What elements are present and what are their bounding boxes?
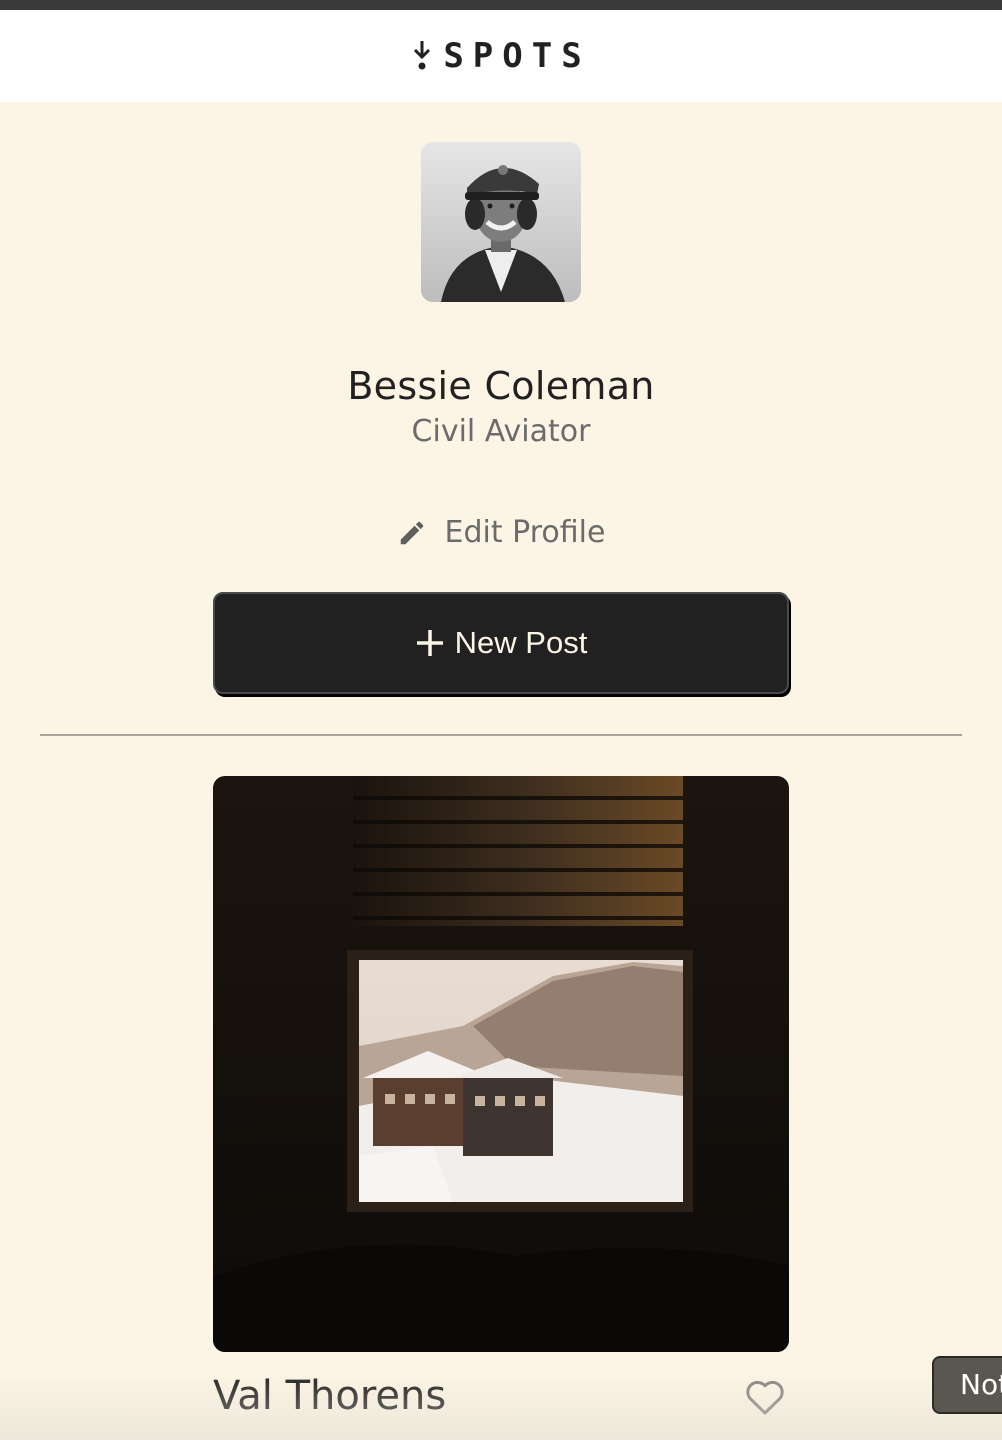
site-header: SPOTS: [0, 10, 1002, 102]
logo[interactable]: SPOTS: [411, 36, 590, 76]
down-arrow-dot-icon: [414, 41, 431, 70]
heart-outline-icon[interactable]: [741, 1372, 789, 1420]
section-divider: [40, 734, 962, 736]
avatar: [421, 142, 581, 302]
edit-profile-label: Edit Profile: [444, 515, 606, 550]
plus-icon: [416, 630, 443, 656]
profile-section: Bessie Coleman Civil Aviator Edit Profil…: [0, 102, 1002, 694]
browser-top-strip: [0, 0, 1002, 10]
profile-name: Bessie Coleman: [347, 364, 655, 408]
tooltip-text: Not: [960, 1368, 1002, 1401]
avatar-photo: [421, 142, 581, 302]
post-photo: [213, 776, 789, 1352]
logo-text: SPOTS: [443, 36, 591, 76]
tooltip-bubble: Not: [932, 1356, 1002, 1414]
post-image[interactable]: [213, 776, 789, 1352]
post-footer: Val Thorens: [213, 1372, 789, 1420]
new-post-button[interactable]: New Post: [213, 592, 789, 694]
post-card: Val Thorens: [213, 776, 789, 1420]
profile-title: Civil Aviator: [411, 414, 591, 449]
pencil-icon: [400, 521, 423, 544]
edit-profile-button[interactable]: Edit Profile: [397, 515, 606, 550]
new-post-label: New Post: [454, 625, 588, 660]
post-title: Val Thorens: [213, 1373, 447, 1419]
